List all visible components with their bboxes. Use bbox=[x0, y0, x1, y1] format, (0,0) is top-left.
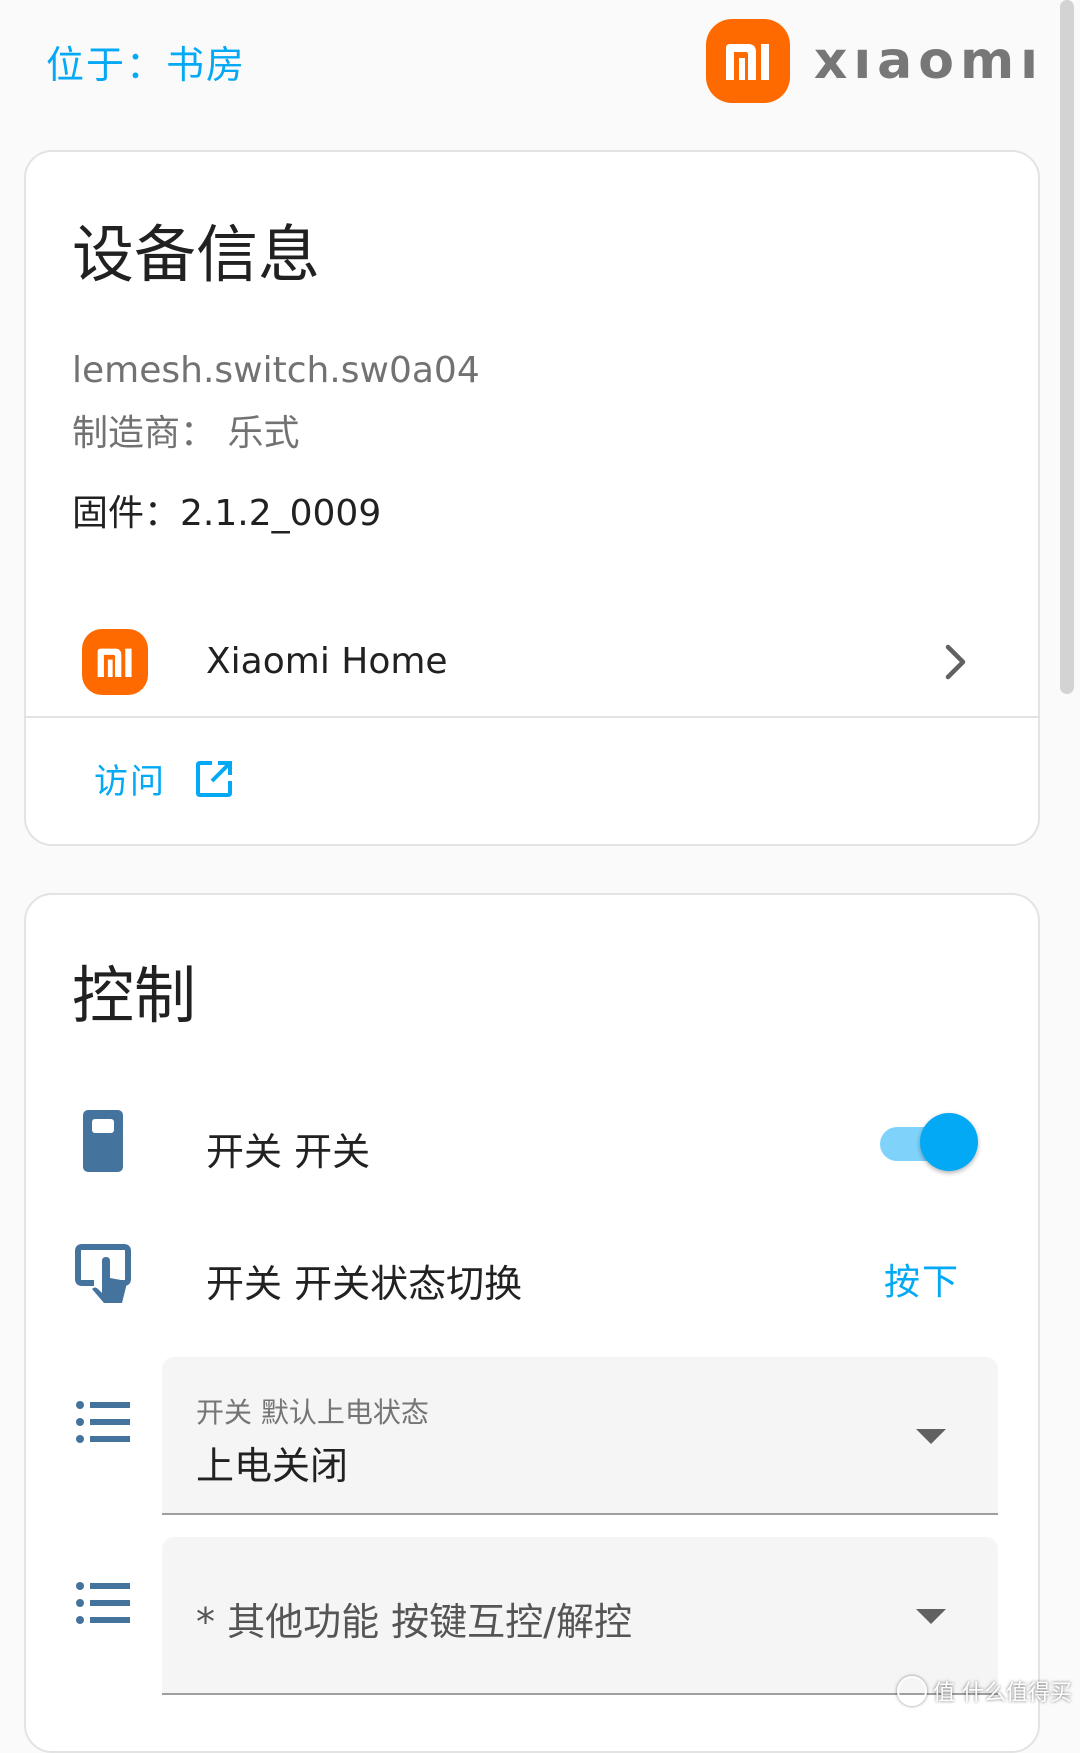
location-label: 位于：书房 bbox=[46, 43, 247, 87]
device-firmware: 固件：2.1.2_0009 bbox=[72, 493, 382, 534]
press-button[interactable]: 按下 bbox=[884, 1253, 960, 1305]
watermark-logo-icon bbox=[897, 1676, 927, 1706]
switch-toggle-knob bbox=[920, 1113, 978, 1171]
interlock-placeholder: * 其他功能 按键互控/解控 bbox=[196, 1600, 632, 1644]
switch-toggle[interactable] bbox=[876, 1113, 978, 1173]
menu-down-icon bbox=[916, 1429, 946, 1444]
brand-logo: xıaomı bbox=[705, 18, 1044, 104]
power-on-state-select[interactable]: 开关 默认上电状态 上电关闭 bbox=[162, 1357, 998, 1515]
interlock-select[interactable]: * 其他功能 按键互控/解控 bbox=[162, 1537, 998, 1695]
format-list-bulleted-icon bbox=[76, 1581, 130, 1629]
brand-wordmark: xıaomı bbox=[813, 31, 1044, 91]
power-on-state-label: 开关 默认上电状态 bbox=[196, 1396, 429, 1429]
device-info-title: 设备信息 bbox=[72, 218, 321, 291]
watermark: 值 什么值得买 bbox=[897, 1675, 1072, 1707]
card-divider bbox=[26, 716, 1038, 718]
top-bar: 位于：书房 xıaomı bbox=[0, 0, 1080, 130]
mi-logo-icon bbox=[82, 629, 148, 695]
open-in-new-icon bbox=[196, 760, 232, 797]
switch-label: 开关 开关 bbox=[206, 1130, 371, 1174]
toggle-action-label: 开关 开关状态切换 bbox=[206, 1262, 523, 1306]
visit-label: 访问 bbox=[94, 762, 166, 802]
switch-row: 开关 开关 bbox=[26, 1093, 1038, 1193]
light-switch-icon bbox=[82, 1109, 124, 1177]
controls-card: 控制 开关 开关 开关 开关状态切换 按下 开关 默认上电状态 上电关闭 * 其… bbox=[24, 893, 1040, 1753]
visit-button[interactable]: 访问 bbox=[94, 754, 234, 803]
watermark-text: 值 什么值得买 bbox=[933, 1681, 1072, 1706]
format-list-bulleted-icon bbox=[76, 1400, 130, 1448]
menu-down-icon bbox=[916, 1609, 946, 1624]
controls-title: 控制 bbox=[72, 959, 197, 1032]
integration-row[interactable]: Xiaomi Home bbox=[26, 607, 1038, 717]
power-on-state-value: 上电关闭 bbox=[196, 1444, 349, 1488]
toggle-action-row: 开关 开关状态切换 按下 bbox=[26, 1225, 1038, 1325]
device-manufacturer: 制造商： 乐式 bbox=[72, 413, 300, 454]
mi-logo-icon bbox=[705, 19, 790, 103]
device-model: lemesh.switch.sw0a04 bbox=[72, 350, 480, 391]
integration-name: Xiaomi Home bbox=[206, 641, 448, 682]
chevron-right-icon bbox=[944, 643, 968, 685]
gesture-tap-button-icon bbox=[74, 1243, 132, 1309]
device-info-card: 设备信息 lemesh.switch.sw0a04 制造商： 乐式 固件：2.1… bbox=[24, 150, 1040, 846]
